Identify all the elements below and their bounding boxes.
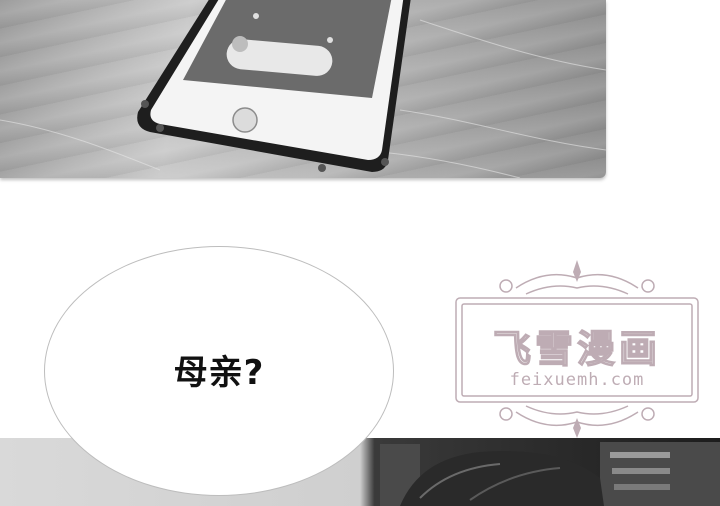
remind-icon: [327, 37, 333, 43]
home-button-icon: [232, 107, 258, 133]
comic-panel-phone: [0, 0, 606, 178]
speech-text: 母亲?: [173, 352, 265, 393]
watermark-ornament-bottom-icon: [573, 418, 581, 438]
watermark: 飞雪漫画 feixuemh.com: [446, 258, 708, 440]
watermark-title: 飞雪漫画: [492, 326, 661, 371]
watermark-ornament-top-icon: [573, 260, 581, 282]
message-icon: [253, 13, 259, 19]
watermark-url: feixuemh.com: [509, 370, 645, 390]
phone-photo: [0, 0, 606, 178]
phone-icon: [232, 36, 248, 52]
person-hair: [400, 451, 604, 506]
phone: [137, 0, 411, 172]
speech-bubble: 母亲?: [44, 246, 394, 496]
